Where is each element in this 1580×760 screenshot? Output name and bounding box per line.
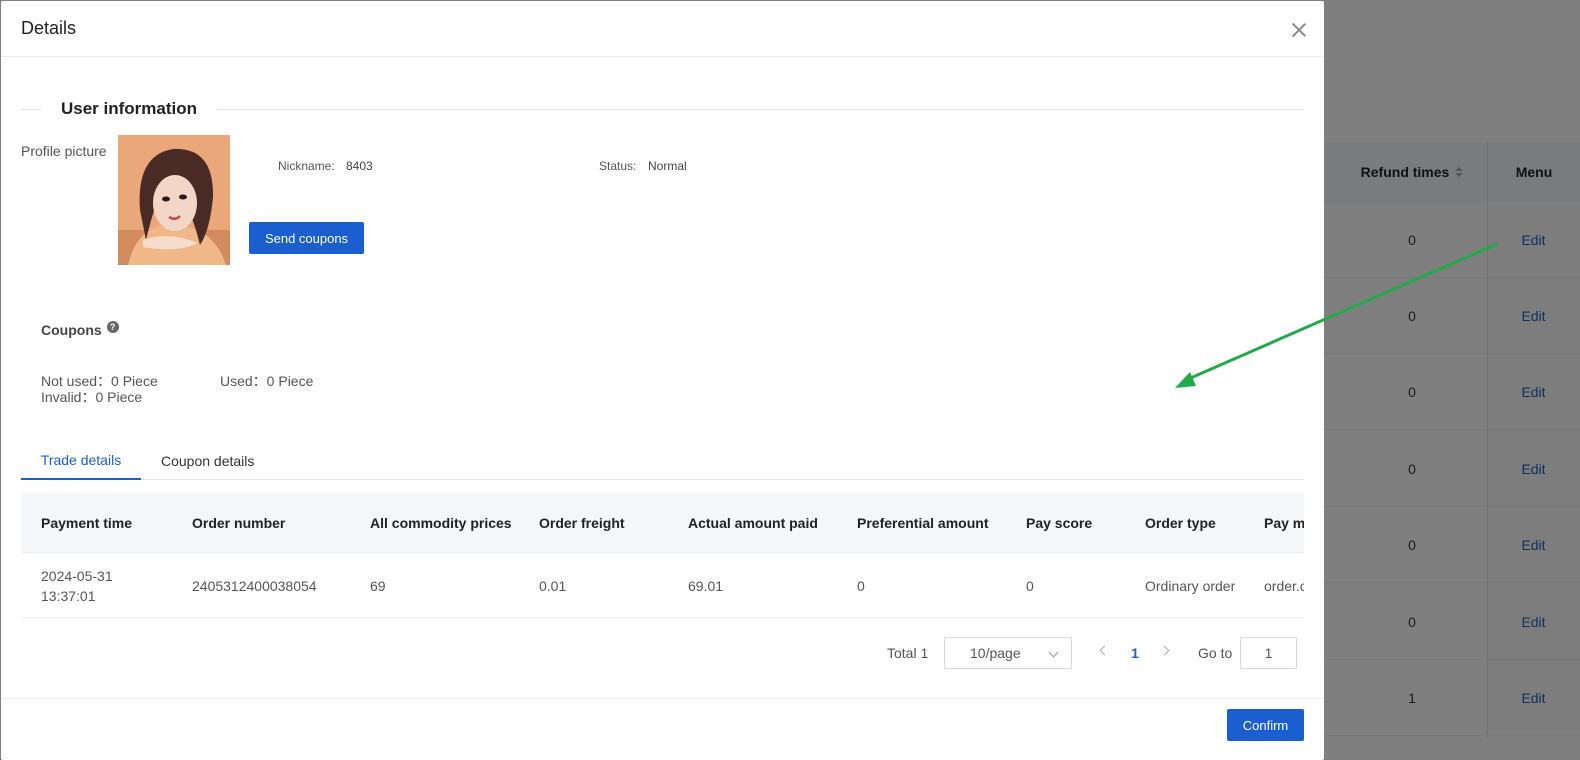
col-preferential-amount: Preferential amount <box>857 515 989 531</box>
col-payment-time: Payment time <box>41 515 133 531</box>
pagination-total: Total 1 <box>887 645 929 661</box>
col-order-type: Order type <box>1145 515 1216 531</box>
cell-commodity-prices: 69 <box>370 577 386 594</box>
page-size-select[interactable]: 10/page <box>944 637 1072 669</box>
details-dialog: Details User information Profile picture… <box>1 1 1324 760</box>
close-icon[interactable] <box>1292 23 1306 37</box>
profile-picture-label: Profile picture <box>21 143 107 159</box>
section-title: User information <box>41 99 218 119</box>
cell-preferential-amount: 0 <box>857 577 865 594</box>
tab-coupon-details[interactable]: Coupon details <box>161 441 254 480</box>
nickname-value: 8403 <box>346 159 373 173</box>
help-icon[interactable]: ? <box>106 321 119 333</box>
goto-label: Go to <box>1198 645 1233 661</box>
col-pay-score: Pay score <box>1026 515 1093 531</box>
status-value: Normal <box>648 159 687 173</box>
page-number-current[interactable]: 1 <box>1129 637 1141 669</box>
cell-order-type: Ordinary order <box>1145 577 1236 594</box>
send-coupons-button[interactable]: Send coupons <box>249 222 364 254</box>
cell-order-freight: 0.01 <box>539 577 567 594</box>
cell-payment-time: 2024-05-31 13:37:01 <box>41 567 113 604</box>
table-header: Payment time Order number All commodity … <box>21 493 1304 553</box>
dialog-footer <box>1 698 1324 760</box>
nickname-label: Nickname: <box>278 159 335 173</box>
trade-table: Payment time Order number All commodity … <box>21 493 1304 618</box>
dialog-header: Details <box>1 1 1324 57</box>
col-amount-paid: Actual amount paid <box>688 515 818 531</box>
coupons-title-label: Coupons <box>41 322 102 338</box>
col-order-number: Order number <box>192 515 286 531</box>
next-page-icon[interactable] <box>1159 645 1170 656</box>
chevron-down-icon <box>1048 647 1059 658</box>
cell-pay-score: 0 <box>1026 577 1034 594</box>
avatar <box>118 135 230 265</box>
col-commodity-prices: All commodity prices <box>370 515 512 531</box>
cell-pay-method: order.c <box>1264 577 1304 594</box>
cell-order-number: 2405312400038054 <box>192 577 317 594</box>
prev-page-icon[interactable] <box>1099 645 1110 656</box>
used-count: Used：0 Piece <box>220 373 314 389</box>
details-tabs: Trade details Coupon details <box>21 441 1304 480</box>
cell-amount-paid: 69.01 <box>688 577 724 594</box>
goto-page-input[interactable] <box>1240 637 1297 669</box>
col-pay-method: Pay m <box>1264 515 1304 531</box>
status-label: Status: <box>599 159 637 173</box>
table-row: 2024-05-31 13:37:01 2405312400038054 69 … <box>21 553 1304 618</box>
invalid-count: Invalid：0 Piece <box>41 389 143 405</box>
tab-trade-details[interactable]: Trade details <box>21 441 141 480</box>
coupons-title: Coupons ? <box>41 321 119 338</box>
confirm-button[interactable]: Confirm <box>1227 709 1304 741</box>
dialog-title: Details <box>21 18 77 38</box>
col-order-freight: Order freight <box>539 515 625 531</box>
page-size-value: 10/page <box>970 645 1021 661</box>
